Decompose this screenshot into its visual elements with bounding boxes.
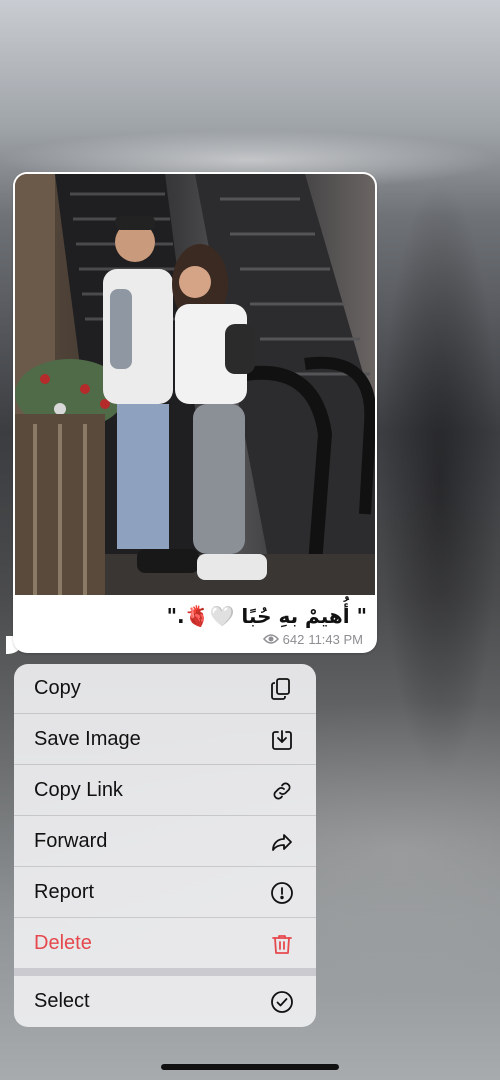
download-icon <box>270 728 294 752</box>
menu-item-delete[interactable]: Delete <box>14 919 316 968</box>
menu-item-label: Copy <box>34 677 81 699</box>
menu-item-save-image[interactable]: Save Image <box>14 715 316 765</box>
copy-icon <box>270 677 294 701</box>
message-bubble[interactable]: " أُهيمْ بهِ حُبًا 🤍🫀." 642 11:43 PM <box>13 172 377 653</box>
message-meta: 642 11:43 PM <box>262 631 363 647</box>
forward-icon <box>270 830 294 854</box>
menu-item-label: Select <box>34 990 90 1012</box>
menu-item-label: Forward <box>34 830 108 852</box>
menu-item-forward[interactable]: Forward <box>14 817 316 867</box>
link-icon <box>270 779 294 803</box>
menu-item-select[interactable]: Select <box>14 976 316 1027</box>
menu-item-label: Copy Link <box>34 779 123 801</box>
message-time: 11:43 PM <box>308 631 363 647</box>
trash-icon <box>270 932 294 956</box>
home-indicator[interactable] <box>161 1064 339 1070</box>
view-count: 642 <box>282 631 305 647</box>
menu-separator <box>14 968 316 976</box>
photo-illustration <box>15 174 375 595</box>
message-photo[interactable] <box>15 174 375 595</box>
menu-item-copy[interactable]: Copy <box>14 664 316 714</box>
context-menu: Copy Save Image Copy Link Forward Report… <box>14 664 316 1027</box>
menu-item-label: Save Image <box>34 728 141 750</box>
checkmark-circle-icon <box>270 990 294 1014</box>
menu-item-label: Report <box>34 881 95 903</box>
exclamation-icon <box>270 881 294 905</box>
menu-item-copy-link[interactable]: Copy Link <box>14 766 316 816</box>
menu-item-label: Delete <box>34 932 92 954</box>
background-blur <box>380 180 500 780</box>
eye-icon <box>262 631 279 647</box>
menu-item-report[interactable]: Report <box>14 868 316 918</box>
message-caption: " أُهيمْ بهِ حُبًا 🤍🫀." <box>166 604 367 628</box>
